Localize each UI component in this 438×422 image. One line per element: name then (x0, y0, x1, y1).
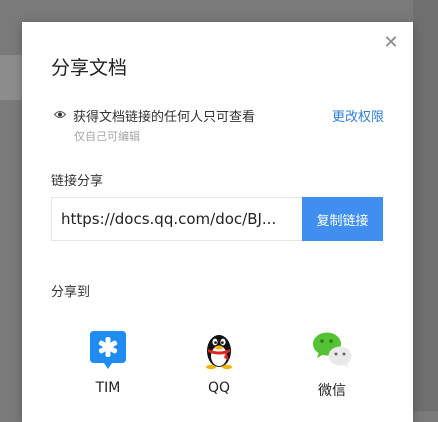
share-target-label: TIM (95, 380, 121, 396)
copy-link-button[interactable]: 复制链接 (302, 197, 383, 241)
tim-icon (90, 331, 126, 369)
background-panel (413, 0, 438, 411)
wechat-icon (313, 332, 352, 368)
permission-subtext: 仅自己可编辑 (74, 130, 140, 143)
share-targets: TIM QQ 微信 (78, 327, 378, 407)
share-dialog: ✕ 分享文档 获得文档链接的任何人只可查看 更改权限 仅自己可编辑 链接分享 复… (22, 22, 413, 422)
share-target-wechat[interactable]: 微信 (302, 327, 362, 400)
dialog-title: 分享文档 (51, 57, 128, 79)
share-target-label: 微信 (318, 383, 346, 399)
permission-row: 获得文档链接的任何人只可查看 更改权限 (54, 106, 384, 126)
link-share-label: 链接分享 (51, 174, 104, 189)
change-permission-link[interactable]: 更改权限 (332, 106, 384, 125)
share-url-field[interactable] (52, 198, 304, 240)
share-to-label: 分享到 (51, 285, 91, 300)
close-icon[interactable]: ✕ (383, 34, 399, 52)
share-target-qq[interactable]: QQ (189, 327, 249, 396)
share-target-label: QQ (207, 380, 231, 396)
share-target-tim[interactable]: TIM (78, 327, 138, 396)
eye-icon (54, 111, 66, 118)
permission-text: 获得文档链接的任何人只可查看 (73, 110, 256, 125)
link-share-row: 复制链接 (51, 197, 383, 241)
qq-penguin-icon (206, 335, 232, 370)
